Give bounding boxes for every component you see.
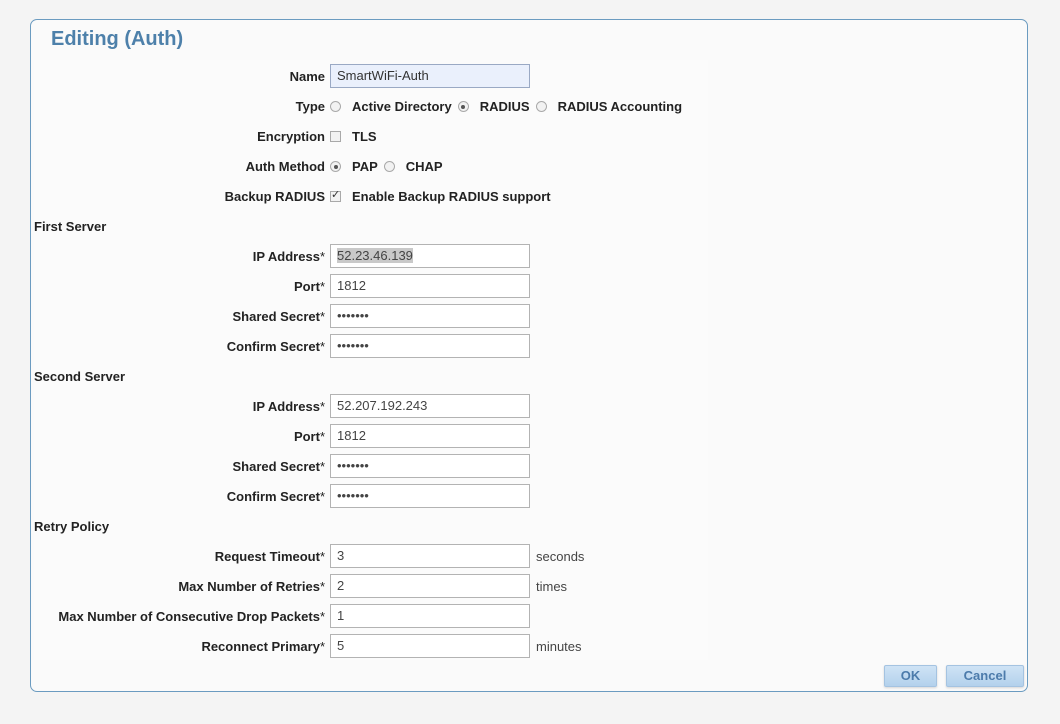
- name-input[interactable]: SmartWiFi-Auth: [330, 64, 530, 88]
- timeout-label: Request Timeout: [214, 549, 320, 564]
- first-confirm-label: Confirm Secret: [226, 339, 320, 354]
- second-port-label: Port: [293, 429, 320, 444]
- timeout-row: Request Timeout* 3 seconds: [34, 544, 708, 568]
- encryption-label: Encryption: [257, 129, 325, 144]
- tls-checkbox[interactable]: [330, 131, 341, 142]
- second-server-heading: Second Server: [34, 369, 126, 384]
- required-marker: *: [319, 399, 325, 414]
- second-secret-label: Shared Secret: [232, 459, 320, 474]
- reconnect-unit: minutes: [536, 639, 582, 654]
- ok-button[interactable]: OK: [884, 665, 937, 687]
- type-option-radius-accounting[interactable]: RADIUS Accounting: [558, 99, 682, 114]
- first-confirm-input[interactable]: •••••••: [330, 334, 530, 358]
- required-marker: *: [319, 279, 325, 294]
- second-port-row: Port* 1812: [34, 424, 708, 448]
- first-ip-row: IP Address* 52.23.46.139: [34, 244, 708, 268]
- first-secret-label: Shared Secret: [232, 309, 320, 324]
- type-radio-active-directory[interactable]: [330, 101, 341, 112]
- reconnect-input[interactable]: 5: [330, 634, 530, 658]
- retry-policy-heading: Retry Policy: [34, 519, 110, 534]
- type-option-active-directory[interactable]: Active Directory: [352, 99, 452, 114]
- timeout-input[interactable]: 3: [330, 544, 530, 568]
- required-marker: *: [319, 549, 325, 564]
- tls-option-label[interactable]: TLS: [352, 129, 377, 144]
- second-secret-input[interactable]: •••••••: [330, 454, 530, 478]
- second-confirm-row: Confirm Secret* •••••••: [34, 484, 708, 508]
- drop-packets-row: Max Number of Consecutive Drop Packets* …: [34, 604, 708, 628]
- second-secret-row: Shared Secret* •••••••: [34, 454, 708, 478]
- drop-packets-label: Max Number of Consecutive Drop Packets: [58, 609, 320, 624]
- second-ip-input[interactable]: 52.207.192.243: [330, 394, 530, 418]
- auth-option-chap[interactable]: CHAP: [406, 159, 443, 174]
- first-ip-value: 52.23.46.139: [337, 248, 413, 263]
- name-row: Name SmartWiFi-Auth: [34, 64, 708, 88]
- first-secret-row: Shared Secret* •••••••: [34, 304, 708, 328]
- backup-radius-option-label[interactable]: Enable Backup RADIUS support: [352, 189, 551, 204]
- required-marker: *: [319, 339, 325, 354]
- second-confirm-label: Confirm Secret: [226, 489, 320, 504]
- required-marker: *: [319, 309, 325, 324]
- auth-radio-chap[interactable]: [383, 161, 395, 172]
- type-row: Type Active Directory RADIUS RADIUS Acco…: [34, 94, 708, 118]
- auth-method-label: Auth Method: [245, 159, 325, 174]
- retries-input[interactable]: 2: [330, 574, 530, 598]
- backup-radius-label: Backup RADIUS: [224, 189, 325, 204]
- second-ip-row: IP Address* 52.207.192.243: [34, 394, 708, 418]
- type-label: Type: [295, 99, 325, 114]
- first-port-label: Port: [293, 279, 320, 294]
- second-port-input[interactable]: 1812: [330, 424, 530, 448]
- retries-row: Max Number of Retries* 2 times: [34, 574, 708, 598]
- drop-packets-input[interactable]: 1: [330, 604, 530, 628]
- first-confirm-row: Confirm Secret* •••••••: [34, 334, 708, 358]
- second-confirm-input[interactable]: •••••••: [330, 484, 530, 508]
- type-option-radius[interactable]: RADIUS: [480, 99, 530, 114]
- first-ip-label: IP Address: [252, 249, 320, 264]
- first-port-row: Port* 1812: [34, 274, 708, 298]
- required-marker: *: [319, 579, 325, 594]
- retries-unit: times: [536, 579, 568, 594]
- auth-option-pap[interactable]: PAP: [352, 159, 378, 174]
- name-label: Name: [289, 69, 325, 84]
- required-marker: *: [319, 249, 325, 264]
- required-marker: *: [319, 429, 325, 444]
- reconnect-row: Reconnect Primary* 5 minutes: [34, 634, 708, 658]
- editing-dialog: Editing (Auth) Name SmartWiFi-Auth Type …: [30, 19, 1028, 692]
- dialog-title: Editing (Auth): [51, 28, 184, 50]
- cancel-button[interactable]: Cancel: [946, 665, 1024, 687]
- reconnect-label: Reconnect Primary: [201, 639, 320, 654]
- retries-label: Max Number of Retries: [178, 579, 320, 594]
- backup-radius-checkbox[interactable]: [330, 188, 341, 202]
- first-ip-input[interactable]: 52.23.46.139: [330, 244, 530, 268]
- encryption-row: Encryption TLS: [34, 124, 708, 148]
- second-ip-label: IP Address: [252, 399, 320, 414]
- required-marker: *: [319, 459, 325, 474]
- first-port-input[interactable]: 1812: [330, 274, 530, 298]
- first-server-heading: First Server: [34, 219, 107, 234]
- timeout-unit: seconds: [536, 549, 585, 564]
- required-marker: *: [319, 609, 325, 624]
- type-radio-radius[interactable]: [457, 101, 469, 112]
- first-secret-input[interactable]: •••••••: [330, 304, 530, 328]
- required-marker: *: [319, 489, 325, 504]
- type-radio-radius-accounting[interactable]: [535, 101, 547, 112]
- auth-method-row: Auth Method PAP CHAP: [34, 154, 708, 178]
- auth-form: Name SmartWiFi-Auth Type Active Director…: [34, 60, 708, 660]
- backup-radius-row: Backup RADIUS Enable Backup RADIUS suppo…: [34, 184, 708, 208]
- required-marker: *: [319, 639, 325, 654]
- auth-radio-pap[interactable]: [330, 161, 341, 172]
